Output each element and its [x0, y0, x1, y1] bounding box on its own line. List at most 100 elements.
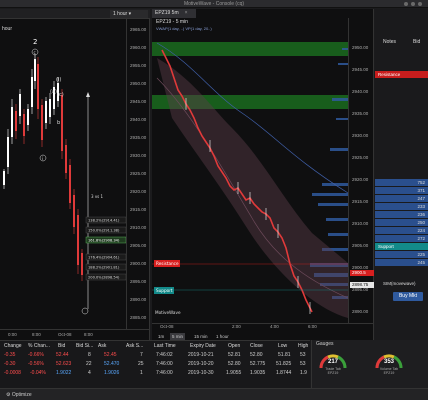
- optimize-button[interactable]: Optimize: [12, 392, 32, 398]
- support-label: Support: [156, 288, 173, 293]
- quote-row[interactable]: -0.35 -0.66% 52.44 8 52.45 7 7:46:02 201…: [0, 351, 310, 359]
- cell-bid-size: 4: [88, 370, 91, 376]
- dom-size-row[interactable]: 272: [375, 235, 428, 242]
- cell-high: 53: [300, 352, 306, 358]
- dom-size-row[interactable]: 371: [375, 187, 428, 194]
- col-bid-size[interactable]: Bid Si...: [76, 342, 93, 350]
- cell-change: -0.35: [4, 352, 16, 358]
- optimize-icon[interactable]: ⚙: [6, 392, 10, 398]
- time-tick: Oct-08: [58, 332, 72, 337]
- wave-end-marker: [81, 307, 89, 315]
- col-high[interactable]: High: [298, 342, 308, 350]
- hourly-price-plot[interactable]: 2 c (i) (a) (c) b i 3 vs 1 138.2%(2914.4…: [0, 19, 126, 329]
- col-low[interactable]: Low: [278, 342, 287, 350]
- dom-size-row[interactable]: 245: [375, 259, 428, 266]
- watermark-label: MotiveWave: [155, 310, 181, 315]
- timeframe-15min[interactable]: 15 min: [192, 333, 210, 340]
- timeframe-select[interactable]: 1 hour ▾: [110, 10, 148, 18]
- buy-market-button[interactable]: Buy Mkt: [393, 292, 423, 301]
- dom-size-row[interactable]: 233: [375, 203, 428, 210]
- dom-size-row[interactable]: 225: [375, 251, 428, 258]
- col-change[interactable]: Change: [4, 342, 22, 350]
- wave-label-i: (i): [56, 77, 61, 83]
- cell-low: 51.81: [278, 352, 291, 358]
- maximize-icon[interactable]: [411, 2, 415, 6]
- window-titlebar: MotiveWave - Console (cq): [0, 0, 428, 8]
- hourly-chart-toolbar: 1 hour ▾: [0, 9, 150, 19]
- quote-row[interactable]: -0.30 -0.56% 52.623 22 52.470 25 7:46:00…: [0, 360, 310, 368]
- cell-pct: -0.56%: [28, 361, 44, 367]
- gauges-panel[interactable]: Gauges 217 Trade Tab EPZ19 353 Volume Tab…: [311, 340, 428, 388]
- dom-support-row[interactable]: Support: [375, 243, 428, 250]
- price-tick: 2890.00: [130, 297, 147, 302]
- col-open[interactable]: Open: [228, 342, 240, 350]
- tab-gauges[interactable]: Gauges: [316, 341, 334, 347]
- volume-tab-gauge: 353 Volume Tab EPZ19: [374, 350, 404, 384]
- quote-row[interactable]: -0.0008 -0.04% 1.9022 4 1.9026 1 7:46:00…: [0, 369, 310, 377]
- fib-level-1618: 161.8%(2908.34): [88, 239, 120, 243]
- dom-header: Notes Bid: [375, 39, 428, 47]
- minimize-icon[interactable]: [404, 2, 408, 6]
- cell-bid-size: 8: [88, 352, 91, 358]
- dom-resistance-row[interactable]: Resistance: [375, 71, 428, 78]
- hourly-time-axis[interactable]: 0:00 8:00 Oct-08 8:00: [0, 329, 150, 340]
- wave-label-a: (a): [50, 89, 57, 95]
- wave-label-2: 2: [33, 38, 37, 46]
- cell-ask-size: 7: [140, 352, 143, 358]
- time-tick: 8:00: [84, 332, 93, 337]
- quotes-header: Change % Chan... Bid Bid Si... Ask Ask S…: [0, 342, 310, 350]
- price-tick: 2890.00: [352, 309, 369, 314]
- time-tick: 4:00: [270, 324, 279, 329]
- depth-of-market-panel[interactable]: Notes Bid Resistance 752 371 247 233 236…: [375, 9, 428, 340]
- timeframe-1hour[interactable]: 1 hour: [214, 333, 231, 340]
- col-close[interactable]: Close: [250, 342, 263, 350]
- close-icon[interactable]: [418, 2, 422, 6]
- cell-bid: 52.623: [56, 361, 72, 367]
- dom-size-row[interactable]: 224: [375, 227, 428, 234]
- col-expiry[interactable]: Expiry Date: [190, 342, 216, 350]
- trade-tab-gauge: 217 Trade Tab EPZ19: [318, 350, 348, 384]
- price-tick: 2945.00: [130, 99, 147, 104]
- five-minute-price-plot[interactable]: Resistance Support MotiveWave: [152, 18, 348, 323]
- dom-size-row[interactable]: 247: [375, 195, 428, 202]
- cell-low: 1.8744: [276, 370, 292, 376]
- five-minute-time-axis[interactable]: Oct-08 2:00 4:00 6:00 1m 5 min 15 min 1 …: [152, 323, 374, 340]
- price-tick: 2935.00: [130, 135, 147, 140]
- time-tick: 2:00: [232, 324, 241, 329]
- hourly-chart-panel[interactable]: 1 hour ▾ hour 2 c (i) (a) (c) b i 3 vs 1…: [0, 9, 150, 340]
- projection-arrow-icon: [86, 92, 90, 97]
- timeframe-1m[interactable]: 1m: [156, 333, 166, 340]
- hourly-price-axis[interactable]: 2965.00 2960.00 2955.00 2950.00 2945.00 …: [126, 19, 150, 329]
- close-tab-icon[interactable]: ×: [185, 10, 188, 16]
- col-ask[interactable]: Ask: [98, 342, 106, 350]
- price-tick: 2925.00: [130, 171, 147, 176]
- five-minute-price-axis[interactable]: 2950.00 2945.00 2940.00 2935.00 2930.00 …: [348, 18, 374, 323]
- price-tick: 2920.00: [352, 177, 369, 182]
- price-tick: 2940.00: [352, 89, 369, 94]
- dom-size-row[interactable]: 236: [375, 211, 428, 218]
- cell-last-time: 7:46:00: [156, 370, 173, 376]
- quotes-table[interactable]: Change % Chan... Bid Bid Si... Ask Ask S…: [0, 340, 310, 388]
- col-pct-change[interactable]: % Chan...: [28, 342, 50, 350]
- wave-label-ac: (c): [57, 92, 64, 98]
- col-bid[interactable]: Bid: [58, 342, 65, 350]
- timeframe-5min[interactable]: 5 min: [170, 333, 186, 340]
- hourly-candles: [3, 54, 83, 281]
- col-last-time[interactable]: Last Time: [154, 342, 176, 350]
- tab-epz19-5m[interactable]: EPZ19 5m ×: [152, 9, 196, 18]
- cell-high: 53: [300, 361, 306, 367]
- dom-size-row[interactable]: 752: [375, 179, 428, 186]
- dom-size-row[interactable]: 250: [375, 219, 428, 226]
- gauges-tabs: Gauges: [312, 340, 428, 348]
- cell-ask: 52.470: [104, 361, 120, 367]
- window-title: MotiveWave - Console (cq): [183, 1, 245, 7]
- price-tick: 2930.00: [130, 153, 147, 158]
- price-tick: 2905.00: [130, 243, 147, 248]
- account-label: SIM(movewave): [383, 281, 416, 286]
- resistance-zone: [152, 42, 348, 56]
- five-minute-chart-panel[interactable]: EPZ19 5m × EPZ19 - 5 min VWAP(1 day, ..) …: [152, 9, 374, 340]
- col-ask-size[interactable]: Ask S...: [126, 342, 143, 350]
- price-tick: 2965.00: [130, 27, 147, 32]
- cell-ask: 52.45: [104, 352, 117, 358]
- cell-open: 52.80: [228, 361, 241, 367]
